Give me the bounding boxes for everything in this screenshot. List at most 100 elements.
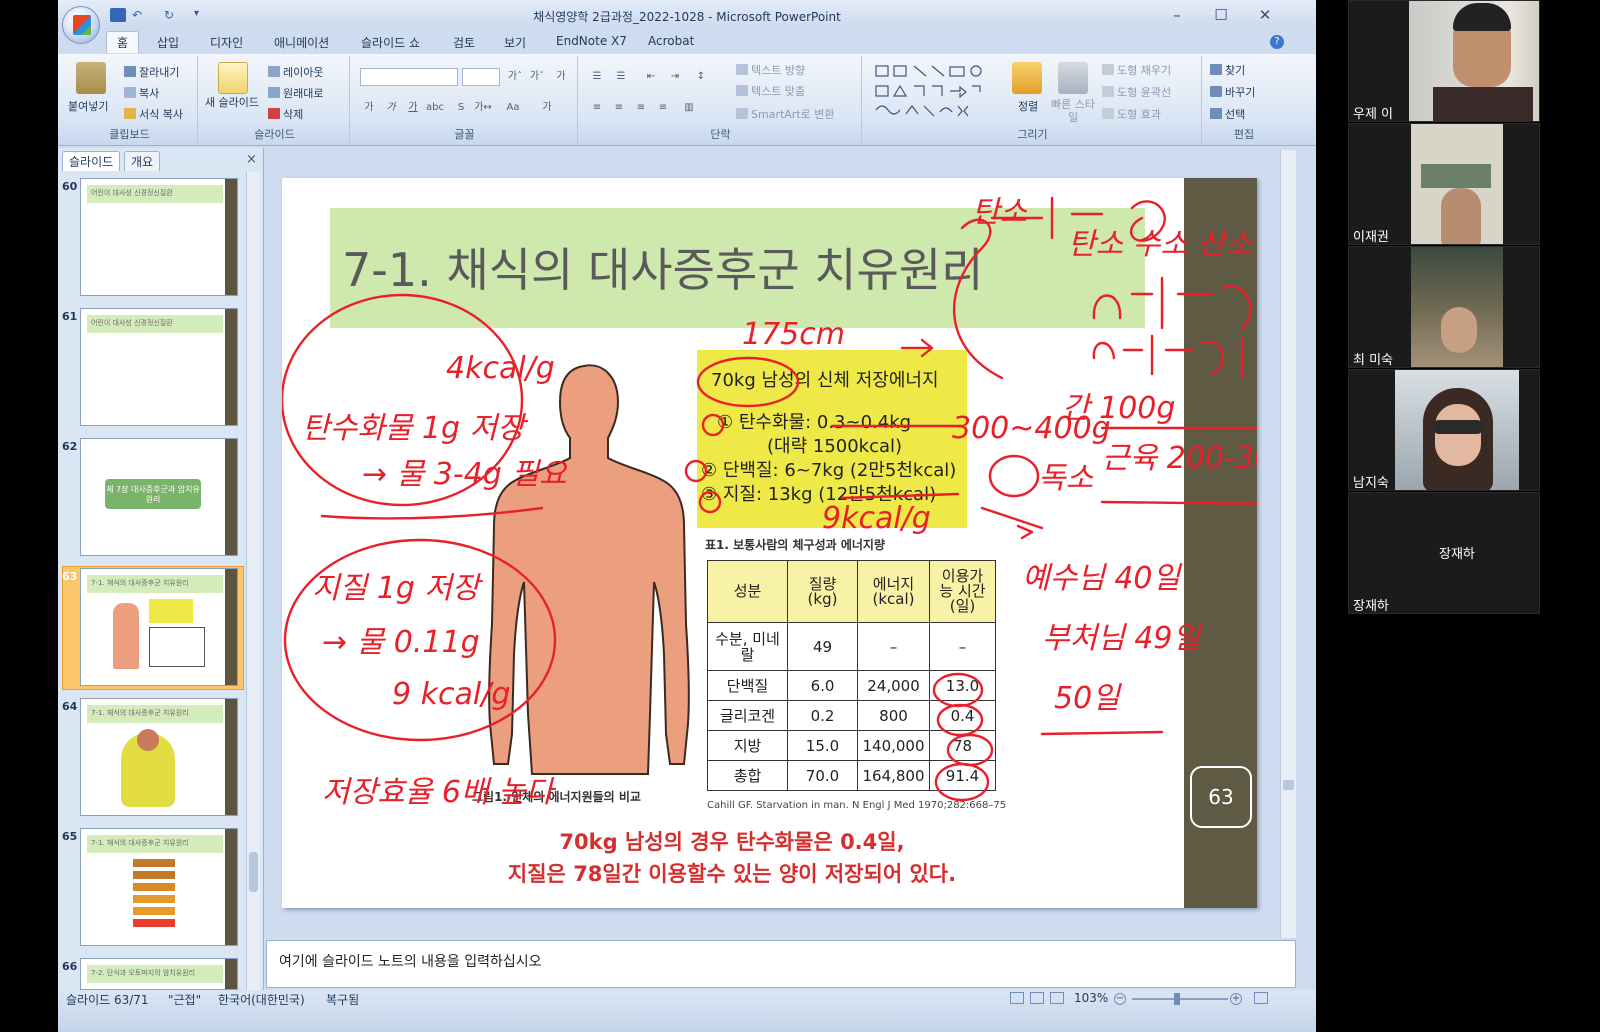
participant-tile[interactable]: 장재하 장재하 — [1348, 492, 1540, 614]
thumb-number: 66 — [62, 960, 78, 973]
ink-note-carb-storage: 탄수화물 1g 저장 — [302, 411, 529, 446]
tab-insert[interactable]: 삽입 — [157, 34, 179, 51]
numbering-button[interactable]: ☰ — [612, 69, 630, 85]
tab-slideshow[interactable]: 슬라이드 쇼 — [361, 34, 420, 51]
zoom-out-icon[interactable]: − — [1114, 993, 1126, 1005]
cut-button[interactable]: 잘라내기 — [124, 64, 179, 80]
bullets-button[interactable]: ☰ — [588, 69, 606, 85]
delete-slide-button[interactable]: 삭제 — [268, 106, 303, 122]
slide-thumb-62[interactable]: 제 7장 대사증후군과 암치유원리 — [80, 438, 238, 556]
zoom-in-icon[interactable]: + — [1230, 993, 1242, 1005]
zoom-slider-handle[interactable] — [1174, 993, 1180, 1005]
arrange-button[interactable]: 정렬 — [1018, 98, 1038, 114]
shapes-gallery[interactable] — [872, 62, 1000, 124]
grow-font-button[interactable]: 가ˆ — [506, 69, 524, 85]
pane-close-icon[interactable]: × — [246, 152, 257, 167]
text-direction-button[interactable]: 텍스트 방향 — [736, 62, 805, 78]
minimize-button[interactable]: – — [1166, 6, 1188, 24]
case-button[interactable]: Aa — [504, 100, 522, 116]
participant-tile[interactable]: 최 미숙 — [1348, 246, 1540, 368]
shadow-button[interactable]: S — [452, 100, 470, 116]
clear-format-button[interactable]: 가 — [552, 69, 570, 85]
cursor-icon — [1210, 108, 1222, 119]
zoom-slider[interactable] — [1132, 998, 1228, 1000]
participant-tile[interactable]: 이재권 — [1348, 123, 1540, 245]
scroll-thumb[interactable] — [249, 852, 258, 892]
sorter-view-icon[interactable] — [1030, 992, 1044, 1004]
decrease-indent-button[interactable]: ⇤ — [642, 69, 660, 85]
participant-tile[interactable]: 우제 이 — [1348, 0, 1540, 122]
tab-animation[interactable]: 애니메이션 — [274, 34, 329, 51]
tab-home[interactable]: 홈 — [106, 31, 140, 53]
increase-indent-button[interactable]: ⇥ — [666, 69, 684, 85]
slide-thumb-60[interactable]: 어린이 대사성 신경정신질환 — [80, 178, 238, 296]
tab-review[interactable]: 검토 — [453, 34, 475, 51]
ink-arrowhead — [1016, 524, 1034, 540]
align-center-button[interactable]: ≡ — [610, 100, 628, 116]
participant-tile[interactable]: 남지숙 — [1348, 369, 1540, 491]
office-button[interactable] — [62, 6, 100, 44]
justify-button[interactable]: ≡ — [654, 100, 672, 116]
tab-outline[interactable]: 개요 — [124, 151, 161, 171]
new-slide-icon[interactable] — [218, 62, 248, 94]
replace-button[interactable]: 바꾸기 — [1210, 84, 1255, 100]
font-size-box[interactable] — [462, 68, 500, 86]
close-button[interactable]: ✕ — [1254, 6, 1276, 24]
font-name-box[interactable] — [360, 68, 458, 86]
tab-view[interactable]: 보기 — [504, 34, 526, 51]
tab-acrobat[interactable]: Acrobat — [648, 34, 694, 48]
maximize-button[interactable]: ☐ — [1210, 6, 1232, 24]
strike-button[interactable]: abc — [426, 100, 444, 116]
zoom-level[interactable]: 103% — [1074, 991, 1108, 1005]
slideshow-view-icon[interactable] — [1050, 992, 1064, 1004]
layout-button[interactable]: 레이아웃 — [268, 64, 323, 80]
reset-button[interactable]: 원래대로 — [268, 85, 323, 101]
text-align-button[interactable]: 텍스트 맞춤 — [736, 83, 805, 99]
align-left-button[interactable]: ≡ — [588, 100, 606, 116]
tab-slides[interactable]: 슬라이드 — [62, 151, 121, 171]
shape-outline-button[interactable]: 도형 윤곽선 — [1102, 84, 1171, 100]
paste-button[interactable]: 붙여넣기 — [68, 98, 108, 114]
effect-label: 도형 효과 — [1117, 108, 1161, 121]
find-button[interactable]: 찾기 — [1210, 62, 1245, 78]
shape-effect-button[interactable]: 도형 효과 — [1102, 106, 1161, 122]
paste-icon[interactable] — [76, 62, 106, 94]
shrink-font-button[interactable]: 가ˇ — [528, 69, 546, 85]
slide-thumb-61[interactable]: 어린이 대사성 신경정신질환 — [80, 308, 238, 426]
font-color-button[interactable]: 가 — [538, 100, 556, 116]
bold-button[interactable]: 가 — [360, 100, 378, 116]
line-spacing-button[interactable]: ↕ — [692, 69, 710, 85]
slide-thumb-65[interactable]: 7-1. 채식의 대사증후군 치유원리 — [80, 828, 238, 946]
arrange-icon[interactable] — [1012, 62, 1042, 94]
select-button[interactable]: 선택 — [1210, 106, 1245, 122]
notes-pane[interactable]: 여기에 슬라이드 노트의 내용을 입력하십시오 — [266, 940, 1296, 988]
status-language[interactable]: 한국어(대한민국) — [218, 991, 305, 1008]
slide-thumb-63[interactable]: 7-1. 채식의 대사증후군 치유원리 — [80, 568, 238, 686]
italic-button[interactable]: 가 — [382, 100, 400, 116]
fit-window-icon[interactable] — [1254, 992, 1268, 1004]
window-title: 채식영양학 2급과정_2022-1028 - Microsoft PowerPo… — [533, 10, 841, 24]
shape-fill-button[interactable]: 도형 채우기 — [1102, 62, 1171, 78]
new-slide-button[interactable]: 새 슬라이드 — [204, 96, 260, 109]
thumb-step — [133, 919, 175, 927]
current-slide[interactable]: 7-1. 채식의 대사증후군 치유원리 63 70kg 남성의 신체 저장에너지… — [282, 178, 1257, 908]
align-right-button[interactable]: ≡ — [632, 100, 650, 116]
underline-button[interactable]: 가 — [404, 100, 422, 116]
spacing-button[interactable]: 가↔ — [474, 100, 492, 116]
tab-endnote[interactable]: EndNote X7 — [556, 34, 627, 48]
slide-thumb-66[interactable]: 7-2. 단식과 오토파지의 암치유원리 — [80, 958, 238, 990]
help-icon[interactable]: ? — [1270, 35, 1284, 49]
quick-styles-icon[interactable] — [1058, 62, 1088, 94]
copy-button[interactable]: 복사 — [124, 85, 159, 101]
thumb-pane-scrollbar[interactable] — [246, 172, 260, 990]
quick-styles-button[interactable]: 빠른 스타일 — [1050, 98, 1096, 124]
format-painter-button[interactable]: 서식 복사 — [124, 106, 183, 122]
slide-thumb-64[interactable]: 7-1. 채식의 대사증후군 치유원리 — [80, 698, 238, 816]
columns-button[interactable]: ▥ — [680, 100, 698, 116]
tab-design[interactable]: 디자인 — [210, 34, 243, 51]
scroll-thumb[interactable] — [1283, 780, 1294, 790]
ink-note-9kcal: 9 kcal/g — [392, 677, 510, 712]
normal-view-icon[interactable] — [1010, 992, 1024, 1004]
slide-scrollbar[interactable] — [1280, 150, 1296, 938]
smartart-button[interactable]: SmartArt로 변환 — [736, 106, 835, 122]
